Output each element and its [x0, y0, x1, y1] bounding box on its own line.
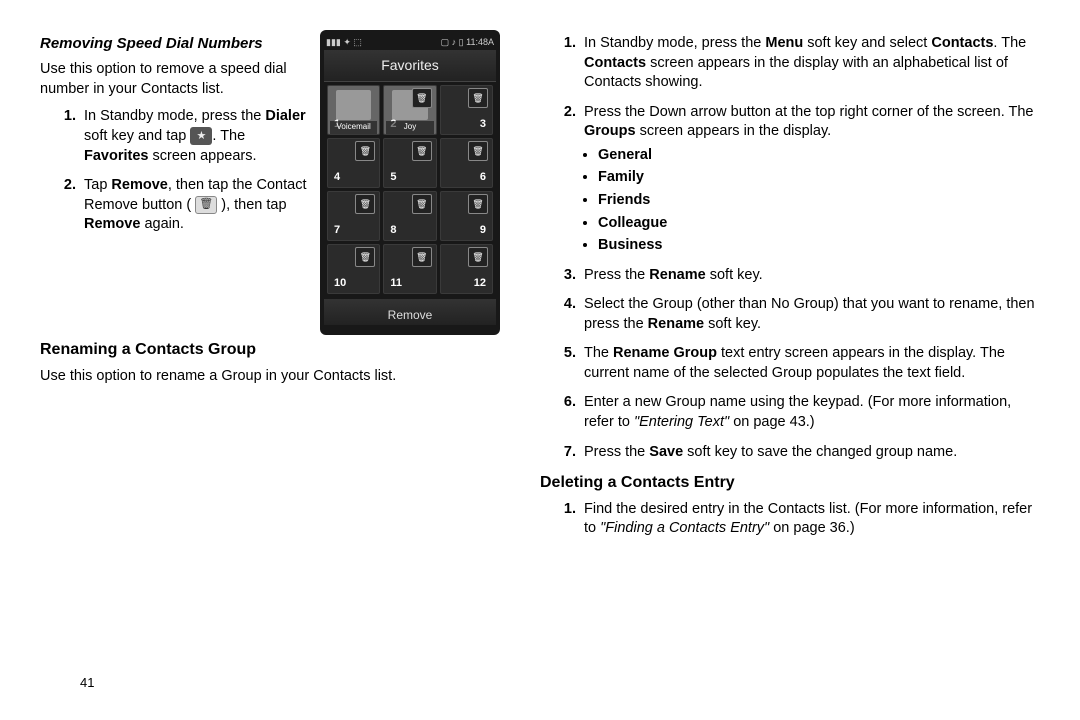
fav-cell-10: 10	[327, 244, 380, 294]
trash-icon	[412, 247, 432, 267]
rg-step-6: Enter a new Group name using the keypad.…	[580, 393, 1040, 432]
status-left: ▮▮▮ ✦ ⬚	[326, 36, 362, 48]
del-step-1: Find the desired entry in the Contacts l…	[580, 500, 1040, 539]
star-icon: ★	[190, 127, 212, 145]
right-column: In Standby mode, press the Menu soft key…	[540, 30, 1040, 700]
status-right: ▢ ♪ ▯ 11:48A	[441, 36, 494, 48]
group-colleague: Colleague	[598, 214, 1040, 234]
favorites-grid: 1Voicemail 2Joy 3 4 5 6 7 8 9 10 11 12	[324, 82, 496, 297]
fav-cell-9: 9	[440, 191, 493, 241]
trash-icon	[468, 194, 488, 214]
steps-renaming-group: In Standby mode, press the Menu soft key…	[540, 34, 1040, 462]
intro-renaming-group: Use this option to rename a Group in you…	[40, 367, 500, 387]
favorites-title: Favorites	[324, 50, 496, 82]
phone-screenshot: ▮▮▮ ✦ ⬚ ▢ ♪ ▯ 11:48A Favorites 1Voicemai…	[320, 30, 500, 335]
fav-cell-2: 2Joy	[383, 85, 436, 135]
rg-step-3: Press the Rename soft key.	[580, 266, 1040, 286]
step-1: In Standby mode, press the Dialer soft k…	[80, 107, 308, 166]
trash-icon	[412, 141, 432, 161]
trash-icon	[355, 247, 375, 267]
group-friends: Friends	[598, 191, 1040, 211]
left-top-text: Removing Speed Dial Numbers Use this opt…	[40, 30, 308, 245]
fav-cell-6: 6	[440, 138, 493, 188]
left-top-block: Removing Speed Dial Numbers Use this opt…	[40, 30, 500, 335]
trash-icon	[412, 88, 432, 108]
fav-cell-3: 3	[440, 85, 493, 135]
trash-icon	[468, 247, 488, 267]
group-business: Business	[598, 236, 1040, 256]
step-2: Tap Remove, then tap the Contact Remove …	[80, 176, 308, 235]
heading-removing-speed-dial: Removing Speed Dial Numbers	[40, 34, 308, 54]
rg-step-4: Select the Group (other than No Group) t…	[580, 295, 1040, 334]
page-number: 41	[80, 675, 94, 690]
rg-step-2: Press the Down arrow button at the top r…	[580, 103, 1040, 256]
groups-list: General Family Friends Colleague Busines…	[584, 146, 1040, 256]
phone-shell: ▮▮▮ ✦ ⬚ ▢ ♪ ▯ 11:48A Favorites 1Voicemai…	[320, 30, 500, 335]
rg-step-1: In Standby mode, press the Menu soft key…	[580, 34, 1040, 93]
group-family: Family	[598, 168, 1040, 188]
remove-softkey: Remove	[324, 299, 496, 325]
fav-cell-7: 7	[327, 191, 380, 241]
intro-removing-speed-dial: Use this option to remove a speed dial n…	[40, 60, 308, 99]
fav-cell-8: 8	[383, 191, 436, 241]
steps-removing-speed-dial: In Standby mode, press the Dialer soft k…	[40, 107, 308, 234]
trash-icon: 🗑	[195, 196, 217, 214]
trash-icon	[355, 194, 375, 214]
fav-cell-4: 4	[327, 138, 380, 188]
heading-deleting-entry: Deleting a Contacts Entry	[540, 472, 1040, 494]
steps-deleting-entry: Find the desired entry in the Contacts l…	[540, 500, 1040, 539]
rg-step-7: Press the Save soft key to save the chan…	[580, 443, 1040, 463]
fav-cell-1: 1Voicemail	[327, 85, 380, 135]
trash-icon	[412, 194, 432, 214]
fav-cell-11: 11	[383, 244, 436, 294]
fav-cell-12: 12	[440, 244, 493, 294]
trash-icon	[468, 88, 488, 108]
trash-icon	[355, 141, 375, 161]
status-bar: ▮▮▮ ✦ ⬚ ▢ ♪ ▯ 11:48A	[324, 34, 496, 50]
rg-step-5: The Rename Group text entry screen appea…	[580, 344, 1040, 383]
group-general: General	[598, 146, 1040, 166]
heading-renaming-group: Renaming a Contacts Group	[40, 339, 500, 361]
left-column: Removing Speed Dial Numbers Use this opt…	[40, 30, 500, 700]
fav-cell-5: 5	[383, 138, 436, 188]
trash-icon	[468, 141, 488, 161]
manual-page: Removing Speed Dial Numbers Use this opt…	[0, 0, 1080, 720]
